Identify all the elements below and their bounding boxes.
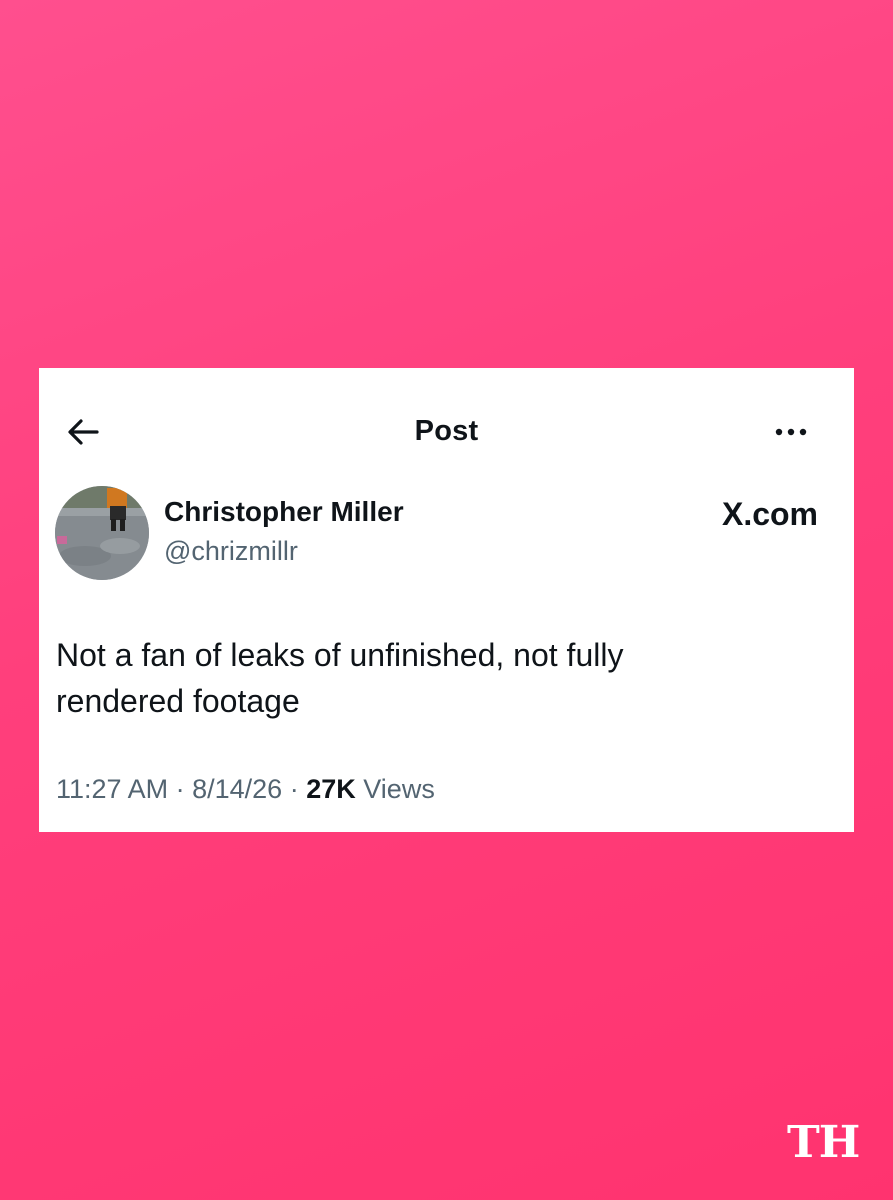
post-time[interactable]: 11:27 AM: [56, 774, 168, 804]
meta-separator: ·: [175, 774, 185, 804]
post-text-line-2: rendered footage: [56, 683, 300, 719]
avatar[interactable]: [55, 486, 149, 580]
post-text-line-1: Not a fan of leaks of unfinished, not fu…: [56, 637, 624, 673]
watermark-logo: TH: [787, 1117, 860, 1168]
post-text: Not a fan of leaks of unfinished, not fu…: [56, 632, 816, 724]
x-logo: X.com: [721, 496, 818, 532]
author-handle[interactable]: @chrizmillr: [164, 536, 298, 567]
author-display-name[interactable]: Christopher Miller: [164, 496, 404, 528]
post-card: Post Christopher Miller @chrizmillr X.co…: [39, 368, 854, 832]
more-horizontal-icon: [775, 428, 807, 436]
more-options-button[interactable]: [769, 418, 813, 446]
views-label: Views: [363, 774, 435, 804]
avatar-photo: [55, 486, 149, 580]
meta-separator: ·: [289, 774, 299, 804]
views-count: 27K: [306, 774, 356, 804]
post-meta: 11:27 AM · 8/14/26 · 27K Views: [56, 774, 435, 805]
post-date[interactable]: 8/14/26: [192, 774, 282, 804]
page-title: Post: [414, 415, 479, 447]
